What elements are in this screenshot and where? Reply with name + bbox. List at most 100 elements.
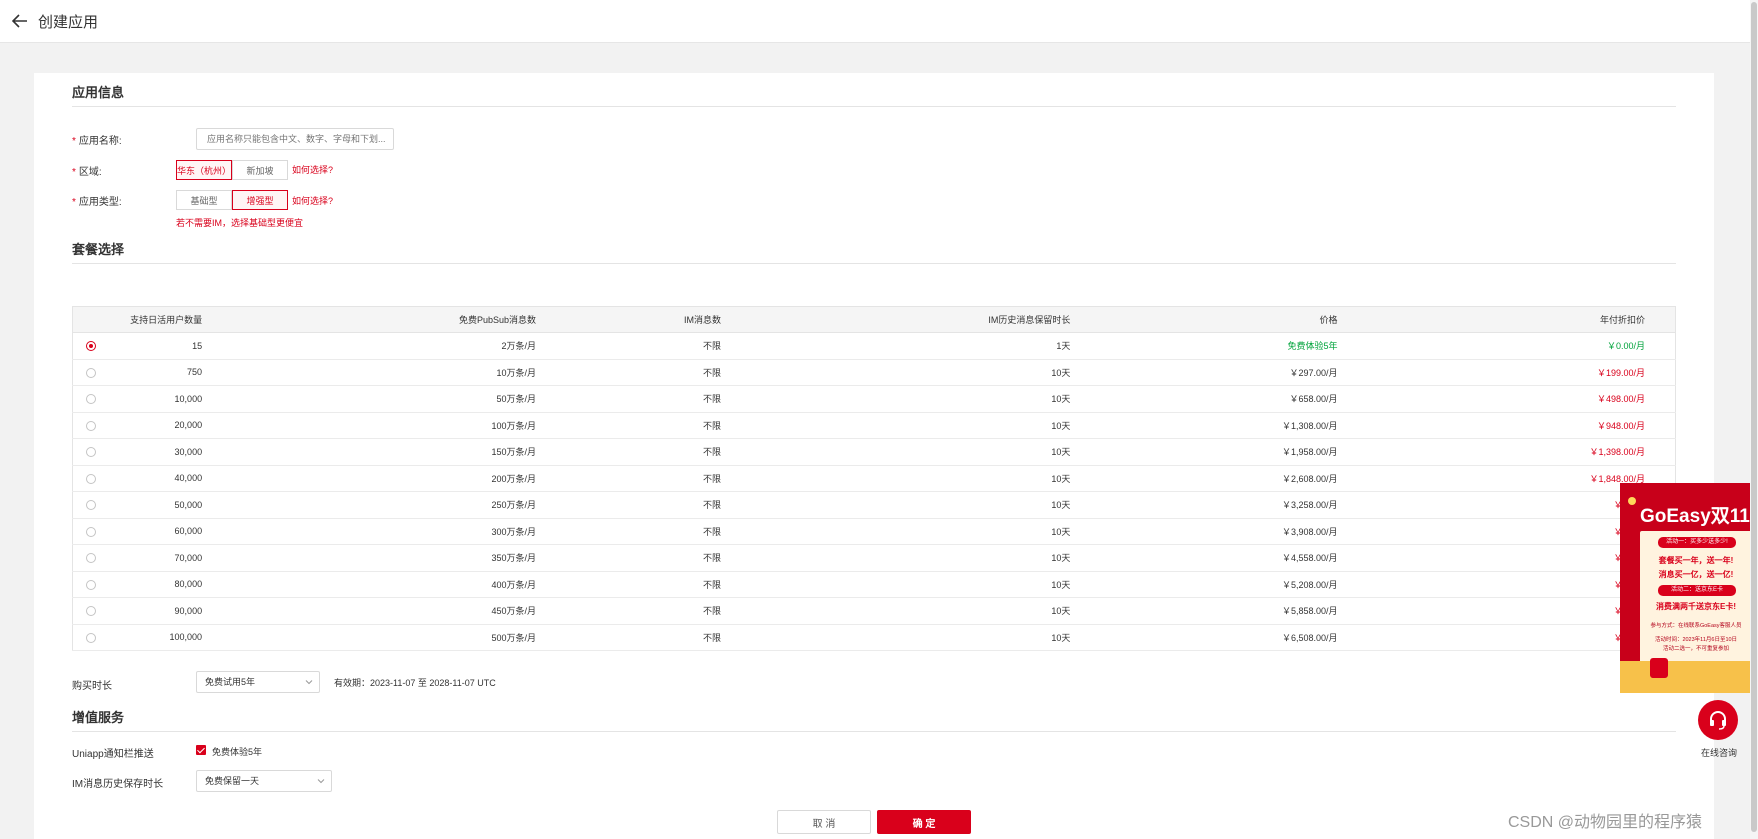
validity-text: 有效期：2023-11-07 至 2028-11-07 UTC — [334, 678, 496, 688]
plan-radio[interactable] — [86, 447, 96, 457]
history-retention-select[interactable]: 免费保留一天 — [196, 770, 332, 792]
region-option-singapore[interactable]: 新加坡 — [232, 160, 288, 180]
table-row[interactable]: 70,000350万条/月不限10天￥4,558.00/月￥3,198 — [72, 544, 1676, 572]
plan-radio[interactable] — [86, 367, 96, 378]
plan-radio[interactable] — [86, 394, 96, 404]
promo-footer — [1620, 661, 1758, 693]
cell-price: ￥297.00/月 — [1289, 367, 1338, 378]
cell-price: ￥1,958.00/月 — [1281, 447, 1338, 458]
chevron-down-icon — [317, 779, 325, 784]
app-type-option-basic[interactable]: 基础型 — [176, 190, 232, 210]
cell-history: 10天 — [1051, 579, 1071, 590]
promo-badge-icon[interactable] — [1628, 497, 1636, 505]
column-header-annual: 年付折扣价 — [1341, 306, 1676, 333]
cell-history: 10天 — [1051, 367, 1071, 378]
cell-price: ￥1,308.00/月 — [1281, 420, 1338, 431]
plan-radio[interactable] — [86, 341, 96, 351]
app-name-input[interactable] — [196, 128, 394, 150]
cell-im: 不限 — [702, 579, 721, 590]
section-title-app-info: 应用信息 — [72, 85, 125, 100]
watermark: CSDN @动物园里的程序猿 — [1508, 814, 1703, 831]
plan-radio[interactable] — [86, 420, 96, 431]
plan-radio[interactable] — [86, 500, 96, 510]
cancel-button[interactable]: 取 消 — [777, 810, 871, 834]
table-row[interactable]: 15 2万条/月 不限 1天 免费体验5年 ￥0.00/月 — [72, 332, 1676, 360]
cell-annual: ￥199.00/月 — [1596, 367, 1645, 378]
table-row[interactable]: 60,000300万条/月不限10天￥3,908.00/月￥2,748 — [72, 518, 1676, 545]
table-row[interactable]: 750 10万条/月 不限 10天 ￥297.00/月 ￥199.00/月 — [72, 359, 1676, 386]
region-option-hangzhou[interactable]: 华东（杭州） — [176, 160, 232, 180]
cell-price: ￥2,608.00/月 — [1281, 473, 1338, 484]
cell-users: 15 — [192, 340, 203, 351]
table-row[interactable]: 90,000450万条/月不限10天￥5,858.00/月￥4,098 — [72, 597, 1676, 625]
headset-icon[interactable] — [1698, 700, 1738, 740]
cell-pubsub: 100万条/月 — [491, 420, 537, 431]
promo-pill-2: 活动二：送京东E卡 — [1658, 585, 1736, 596]
cell-history: 10天 — [1051, 606, 1071, 617]
table-row[interactable]: 50,000250万条/月不限10天￥3,258.00/月￥2,298 — [72, 491, 1676, 519]
table-row[interactable]: 80,000400万条/月不限10天￥5,208.00/月￥3,648 — [72, 571, 1676, 598]
cell-annual: ￥498.00/月 — [1596, 394, 1645, 405]
table-row[interactable]: 100,000500万条/月不限10天￥6,508.00/月￥4,548 — [72, 624, 1676, 651]
plan-radio[interactable] — [86, 553, 96, 563]
purchase-duration-select[interactable]: 免费试用5年 — [196, 671, 320, 693]
cell-users: 40,000 — [174, 473, 203, 484]
column-header-users: 支持日活用户数量 — [72, 306, 207, 333]
cell-users: 100,000 — [169, 632, 203, 643]
plan-radio[interactable] — [86, 606, 96, 616]
cell-pubsub: 10万条/月 — [496, 367, 537, 378]
cell-history: 10天 — [1051, 500, 1071, 511]
table-row[interactable]: 40,000 200万条/月 不限 10天 ￥2,608.00/月 ￥1,848.00/月 — [72, 465, 1676, 492]
cell-pubsub: 300万条/月 — [491, 526, 537, 537]
cell-price: ￥6,508.00/月 — [1281, 632, 1338, 643]
scrollbar-thumb[interactable] — [1751, 2, 1757, 832]
cell-pubsub: 400万条/月 — [491, 579, 537, 590]
region-help-link[interactable]: 如何选择? — [292, 163, 333, 176]
promo-pill-1: 活动一：买多少送多少! — [1658, 537, 1736, 548]
promo-title: GoEasy双11 — [1640, 506, 1750, 527]
cell-annual: ￥1,398.00/月 — [1589, 447, 1645, 458]
push-label: Uniapp通知栏推送 — [72, 749, 154, 760]
cell-history: 1天 — [1056, 341, 1071, 352]
column-header-pubsub: 免费PubSub消息数 — [206, 306, 541, 333]
cell-history: 10天 — [1051, 526, 1071, 537]
cell-users: 80,000 — [174, 579, 203, 590]
cell-price: ￥658.00/月 — [1289, 394, 1338, 405]
cell-pubsub: 150万条/月 — [491, 447, 537, 458]
cell-im: 不限 — [702, 473, 721, 484]
promo-note-1: 参与方式：在线联系GoEasy客服人员 — [1650, 623, 1742, 629]
table-row[interactable]: 10,000 50万条/月 不限 10天 ￥658.00/月 ￥498.00/月 — [72, 385, 1676, 413]
cell-history: 10天 — [1051, 420, 1071, 431]
cell-pubsub: 250万条/月 — [491, 500, 537, 511]
promo-note-3: 活动二选一，不可重复参加 — [1662, 646, 1729, 652]
confirm-button[interactable]: 确 定 — [877, 810, 971, 834]
promo-line-1: 套餐买一年，送一年! — [1658, 556, 1734, 565]
promo-line-3: 消费满两千送京东E卡! — [1656, 602, 1736, 611]
table-row[interactable]: 30,000 150万条/月 不限 10天 ￥1,958.00/月 ￥1,398.00/月 — [72, 438, 1676, 466]
app-type-option-enhanced[interactable]: 增强型 — [232, 190, 288, 210]
plan-radio[interactable] — [86, 579, 96, 590]
table-row[interactable]: 20,000 100万条/月 不限 10天 ￥1,308.00/月 ￥948.00/月 — [72, 412, 1676, 439]
cell-price: ￥3,908.00/月 — [1281, 526, 1338, 537]
red-envelope-icon — [1650, 658, 1668, 678]
plan-radio[interactable] — [86, 632, 96, 643]
plan-radio[interactable] — [86, 473, 96, 484]
app-type-tip: 若不需要IM，选择基础型更便宜 — [176, 218, 303, 228]
push-checkbox[interactable] — [196, 745, 206, 755]
cell-im: 不限 — [702, 367, 721, 378]
cell-im: 不限 — [702, 553, 721, 564]
cell-im: 不限 — [702, 447, 721, 458]
push-checkbox-label: 免费体验5年 — [212, 747, 263, 757]
app-name-label: * 应用名称: — [72, 136, 122, 147]
cell-pubsub: 200万条/月 — [491, 473, 537, 484]
cell-price: ￥5,208.00/月 — [1281, 579, 1338, 590]
plan-radio[interactable] — [86, 526, 96, 537]
promo-banner[interactable]: GoEasy双11 活动一：买多少送多少! 套餐买一年，送一年! 消息买一亿，送… — [1620, 483, 1758, 693]
cell-pubsub: 2万条/月 — [501, 341, 537, 352]
consult-label: 在线咨询 — [1700, 748, 1737, 758]
create-app-card: 应用信息 *应用名称: *区域: 华东（杭州） 新加坡 如何选择? *应用类型:… — [34, 73, 1714, 839]
promo-board: 活动一：买多少送多少! 套餐买一年，送一年! 消息买一亿，送一亿! 活动二：送京… — [1640, 531, 1752, 671]
arrow-left-icon[interactable] — [10, 11, 30, 31]
app-type-help-link[interactable]: 如何选择? — [292, 194, 333, 207]
cell-im: 不限 — [702, 420, 721, 431]
